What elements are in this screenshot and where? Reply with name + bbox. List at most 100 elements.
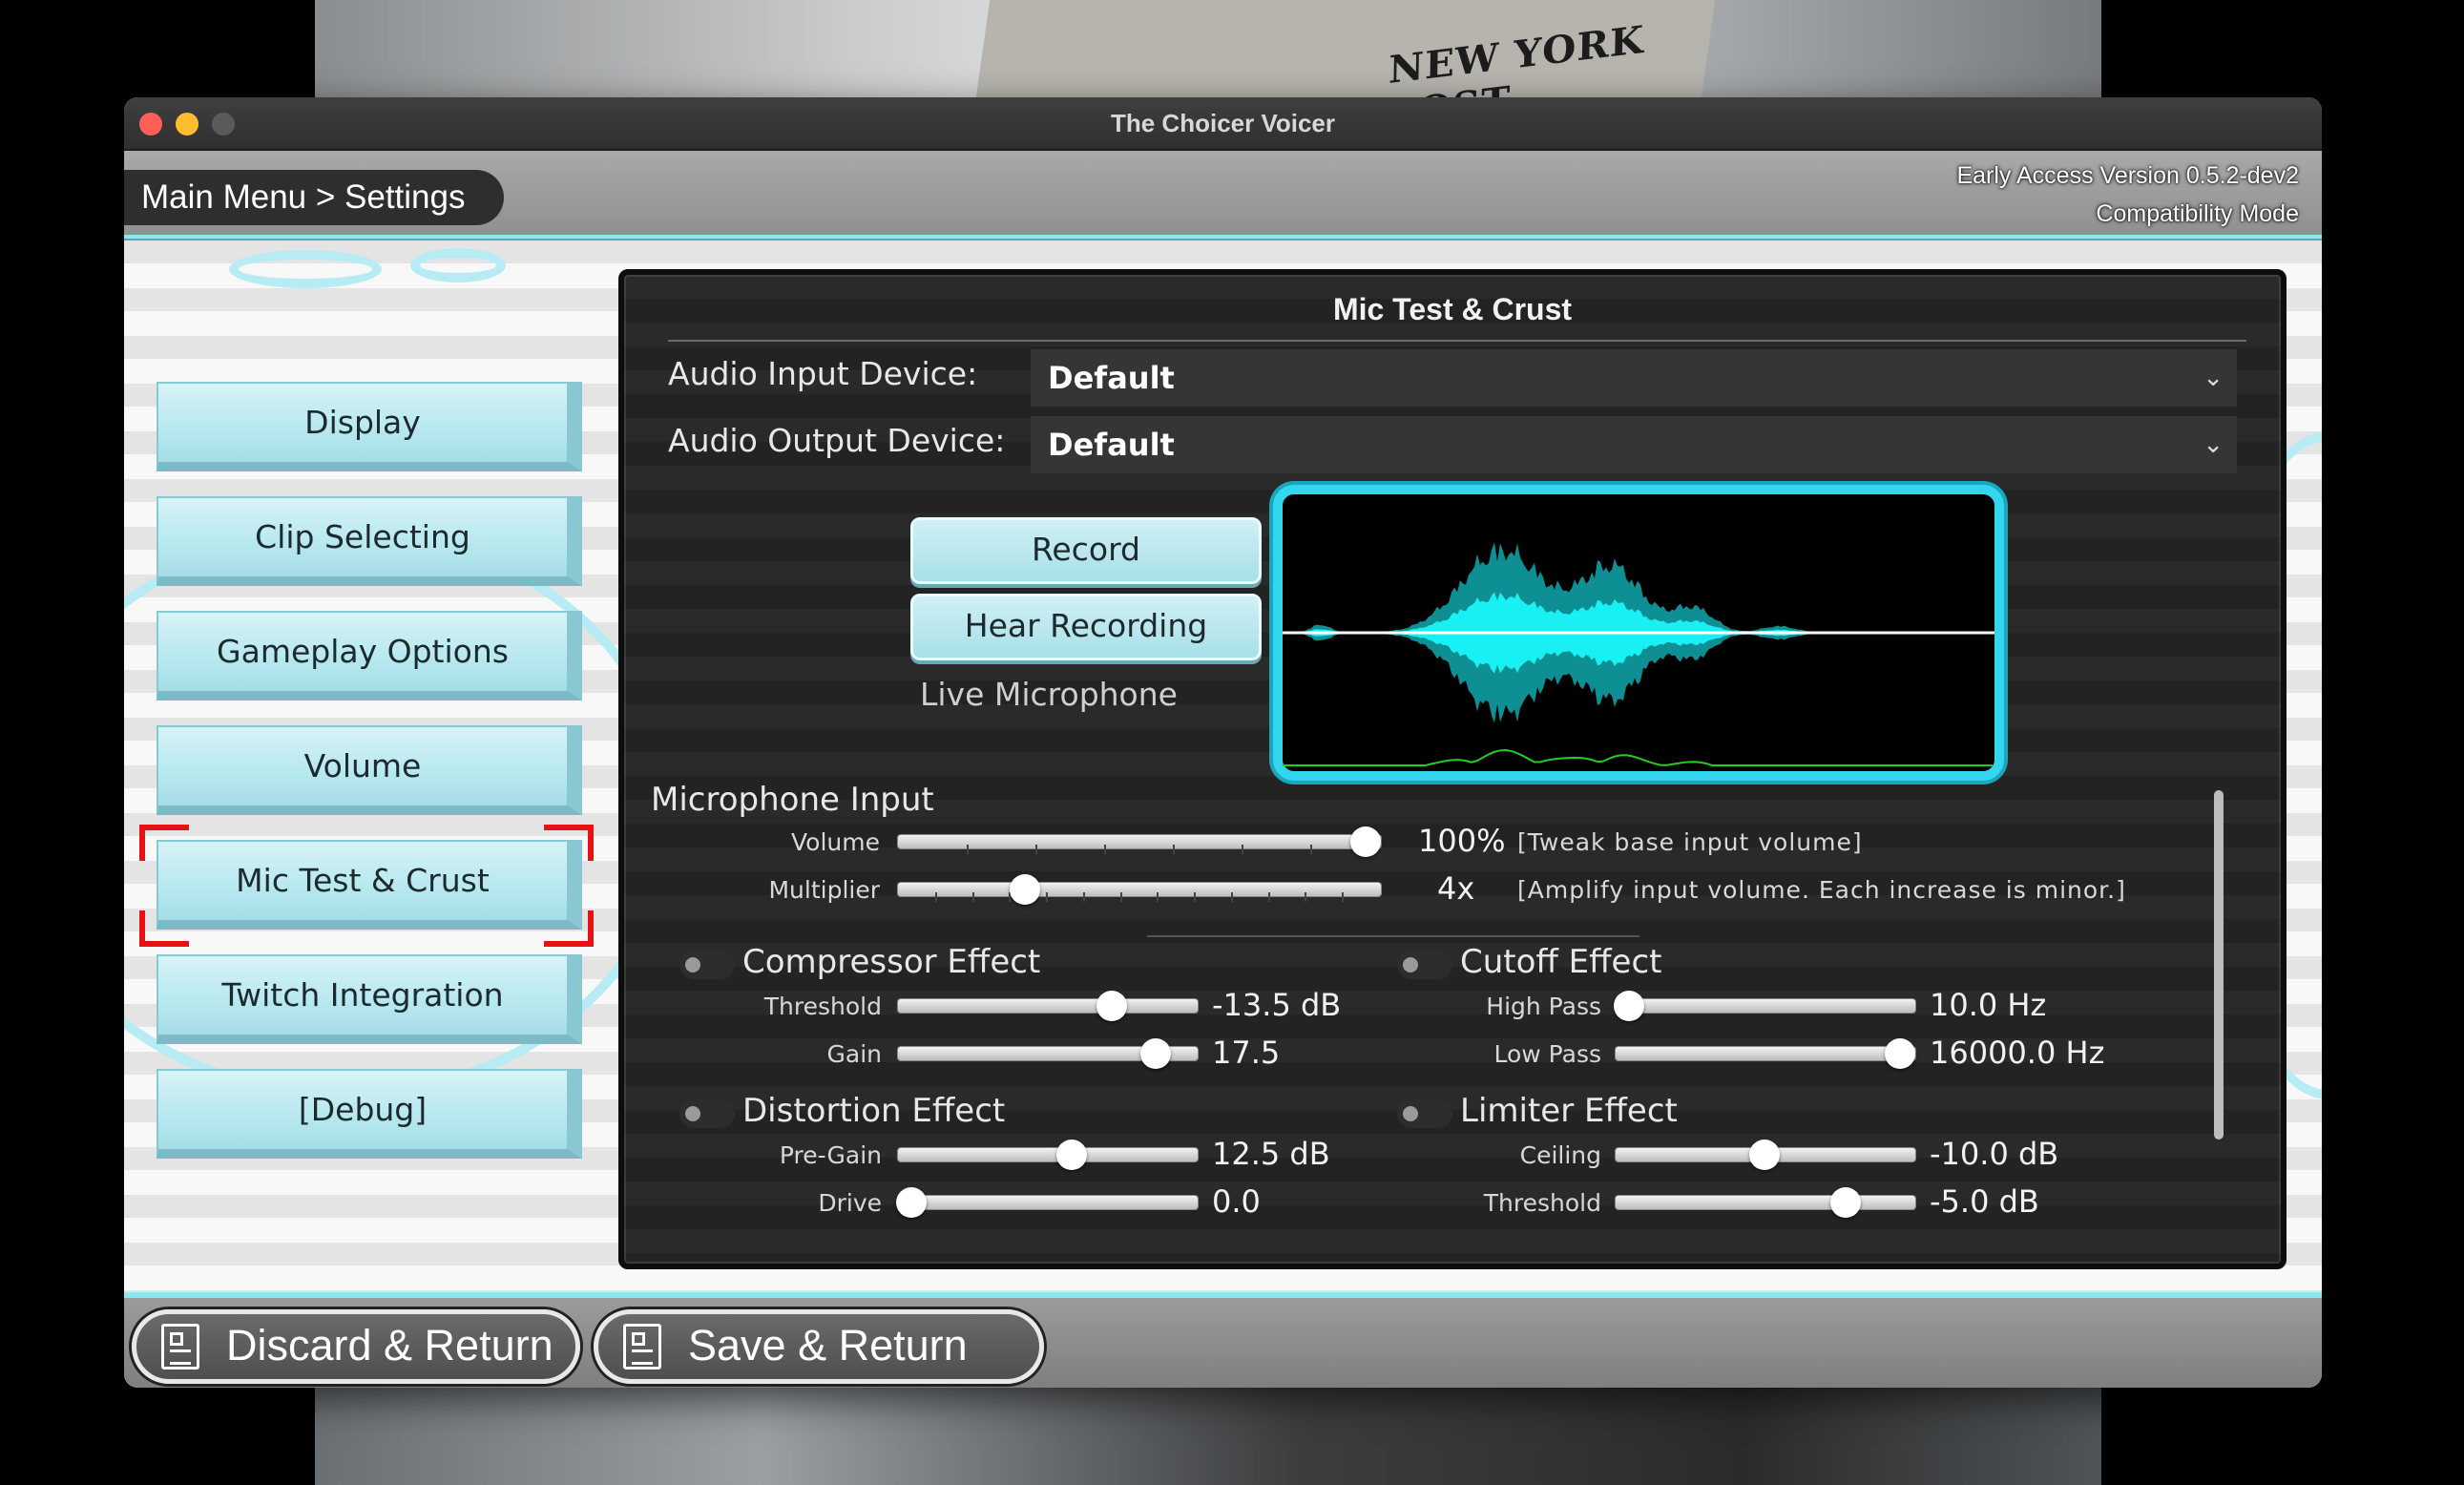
selection-bracket-bottom-left	[139, 910, 189, 947]
slider-tick	[1342, 892, 1345, 902]
sidebar-item-gameplay-options[interactable]: Gameplay Options	[157, 611, 582, 701]
microphone-input-title: Microphone Input	[651, 781, 934, 819]
slider-thumb[interactable]	[1749, 1140, 1780, 1170]
mic-multiplier-note: [Amplify input volume. Each increase is …	[1517, 876, 2126, 904]
mic-multiplier-slider[interactable]	[897, 874, 1382, 905]
panel-scrollbar[interactable]	[2214, 790, 2224, 1140]
low-pass-label: Low Pass	[1493, 1040, 1602, 1068]
newspaper: NEW YORK POST	[975, 0, 1716, 137]
slider-tick	[1305, 892, 1307, 902]
title-bar[interactable]: The Choicer Voicer	[124, 97, 2322, 151]
slider-thumb[interactable]	[1096, 991, 1128, 1021]
decoration-shape	[229, 250, 382, 288]
compressor-threshold-slider[interactable]	[897, 991, 1199, 1021]
toggle-knob	[1403, 1106, 1418, 1121]
decoration-shape	[410, 248, 506, 282]
sidebar-item-volume[interactable]: Volume	[157, 725, 582, 815]
selection-bracket-top-left	[139, 825, 189, 861]
slider-thumb[interactable]	[1614, 991, 1644, 1021]
ceiling-slider[interactable]	[1615, 1140, 1916, 1170]
waveform-display	[1273, 485, 2004, 781]
footer-divider	[124, 1292, 2322, 1298]
compressor-threshold-label: Threshold	[763, 993, 882, 1020]
sidebar-item-mic-test[interactable]: Mic Test & Crust	[157, 840, 582, 930]
audio-output-select[interactable]: Default ⌄	[1031, 416, 2237, 473]
version-label: Early Access Version 0.5.2-dev2	[1956, 162, 2299, 189]
footer-bar: Discard & Return Save & Return	[124, 1292, 2322, 1388]
slider-tick	[1230, 892, 1233, 902]
slider-tick	[971, 892, 974, 902]
compressor-gain-label: Gain	[826, 1040, 882, 1068]
slider-thumb[interactable]	[1010, 874, 1040, 905]
mic-volume-note: [Tweak base input volume]	[1517, 828, 1863, 856]
limiter-threshold-label: Threshold	[1483, 1189, 1601, 1217]
chevron-down-icon: ⌄	[2203, 364, 2224, 392]
slider-tick	[1082, 892, 1085, 902]
audio-output-value: Default	[1048, 427, 1175, 463]
compressor-toggle[interactable]	[679, 951, 735, 979]
cutoff-title: Cutoff Effect	[1460, 943, 1662, 981]
sidebar-item-clip-selecting[interactable]: Clip Selecting	[157, 496, 582, 586]
live-microphone-label: Live Microphone	[920, 676, 1178, 713]
limiter-toggle[interactable]	[1397, 1099, 1452, 1128]
save-return-button[interactable]: Save & Return	[594, 1309, 1044, 1384]
distortion-title: Distortion Effect	[742, 1092, 1006, 1130]
mic-volume-label: Volume	[791, 828, 880, 856]
toggle-knob	[685, 1106, 700, 1121]
slider-thumb[interactable]	[1885, 1038, 1915, 1069]
compressor-gain-slider[interactable]	[897, 1038, 1199, 1069]
panel-title: Mic Test & Crust	[1332, 292, 1573, 326]
selection-bracket-bottom-right	[544, 910, 594, 947]
slider-thumb[interactable]	[1139, 1038, 1171, 1069]
slider-thumb[interactable]	[1055, 1140, 1087, 1170]
selection-bracket-top-right	[544, 825, 594, 861]
slider-tick	[967, 845, 969, 854]
compressor-title: Compressor Effect	[742, 943, 1041, 981]
mic-volume-slider[interactable]	[897, 826, 1382, 857]
slider-tick	[1173, 845, 1175, 854]
audio-input-select[interactable]: Default ⌄	[1031, 349, 2237, 407]
audio-input-label: Audio Input Device:	[668, 355, 978, 392]
limiter-title: Limiter Effect	[1460, 1092, 1678, 1130]
slider-tick	[1157, 892, 1159, 902]
audio-output-label: Audio Output Device:	[668, 422, 1006, 459]
slider-tick	[1046, 892, 1049, 902]
slider-tick	[1104, 845, 1106, 854]
compressor-threshold-value: -13.5 dB	[1212, 987, 1342, 1023]
panel-title-divider	[668, 340, 2246, 342]
mic-volume-value: 100%	[1418, 823, 1506, 859]
drive-value: 0.0	[1212, 1183, 1261, 1220]
sidebar-item-debug[interactable]: [Debug]	[157, 1069, 582, 1159]
high-pass-slider[interactable]	[1614, 991, 1916, 1021]
drive-slider[interactable]	[896, 1187, 1199, 1218]
compatibility-mode-label: Compatibility Mode	[2096, 200, 2299, 227]
distortion-toggle[interactable]	[679, 1099, 735, 1128]
record-button[interactable]: Record	[910, 517, 1262, 584]
sidebar-item-twitch-integration[interactable]: Twitch Integration	[157, 954, 582, 1044]
cutoff-toggle[interactable]	[1397, 951, 1452, 979]
pre-gain-slider[interactable]	[897, 1140, 1199, 1170]
sidebar-item-display[interactable]: Display	[157, 382, 582, 471]
save-return-label: Save & Return	[688, 1321, 968, 1370]
discard-return-button[interactable]: Discard & Return	[132, 1309, 580, 1384]
background-photo-top: NEW YORK POST	[315, 0, 2101, 137]
hear-recording-button[interactable]: Hear Recording	[910, 594, 1262, 660]
app-window: The Choicer Voicer Main Menu > Settings …	[124, 97, 2322, 1388]
version-info: Early Access Version 0.5.2-dev2 Compatib…	[1956, 157, 2299, 233]
slider-tick	[1267, 892, 1270, 902]
drive-label: Drive	[818, 1189, 882, 1217]
limiter-threshold-slider[interactable]	[1615, 1187, 1916, 1218]
mic-test-panel: Mic Test & Crust Audio Input Device: Def…	[618, 269, 2287, 1269]
slider-thumb[interactable]	[1830, 1187, 1862, 1218]
low-pass-slider[interactable]	[1615, 1038, 1916, 1069]
slider-tick	[1119, 892, 1122, 902]
discard-return-label: Discard & Return	[226, 1321, 553, 1370]
toggle-knob	[1403, 957, 1418, 973]
high-pass-label: High Pass	[1486, 993, 1601, 1020]
controller-icon	[161, 1324, 199, 1370]
section-divider	[1147, 935, 1639, 937]
waveform-peaks	[1283, 749, 1993, 766]
slider-thumb[interactable]	[896, 1187, 927, 1218]
ceiling-label: Ceiling	[1519, 1141, 1601, 1169]
slider-thumb[interactable]	[1350, 826, 1381, 857]
